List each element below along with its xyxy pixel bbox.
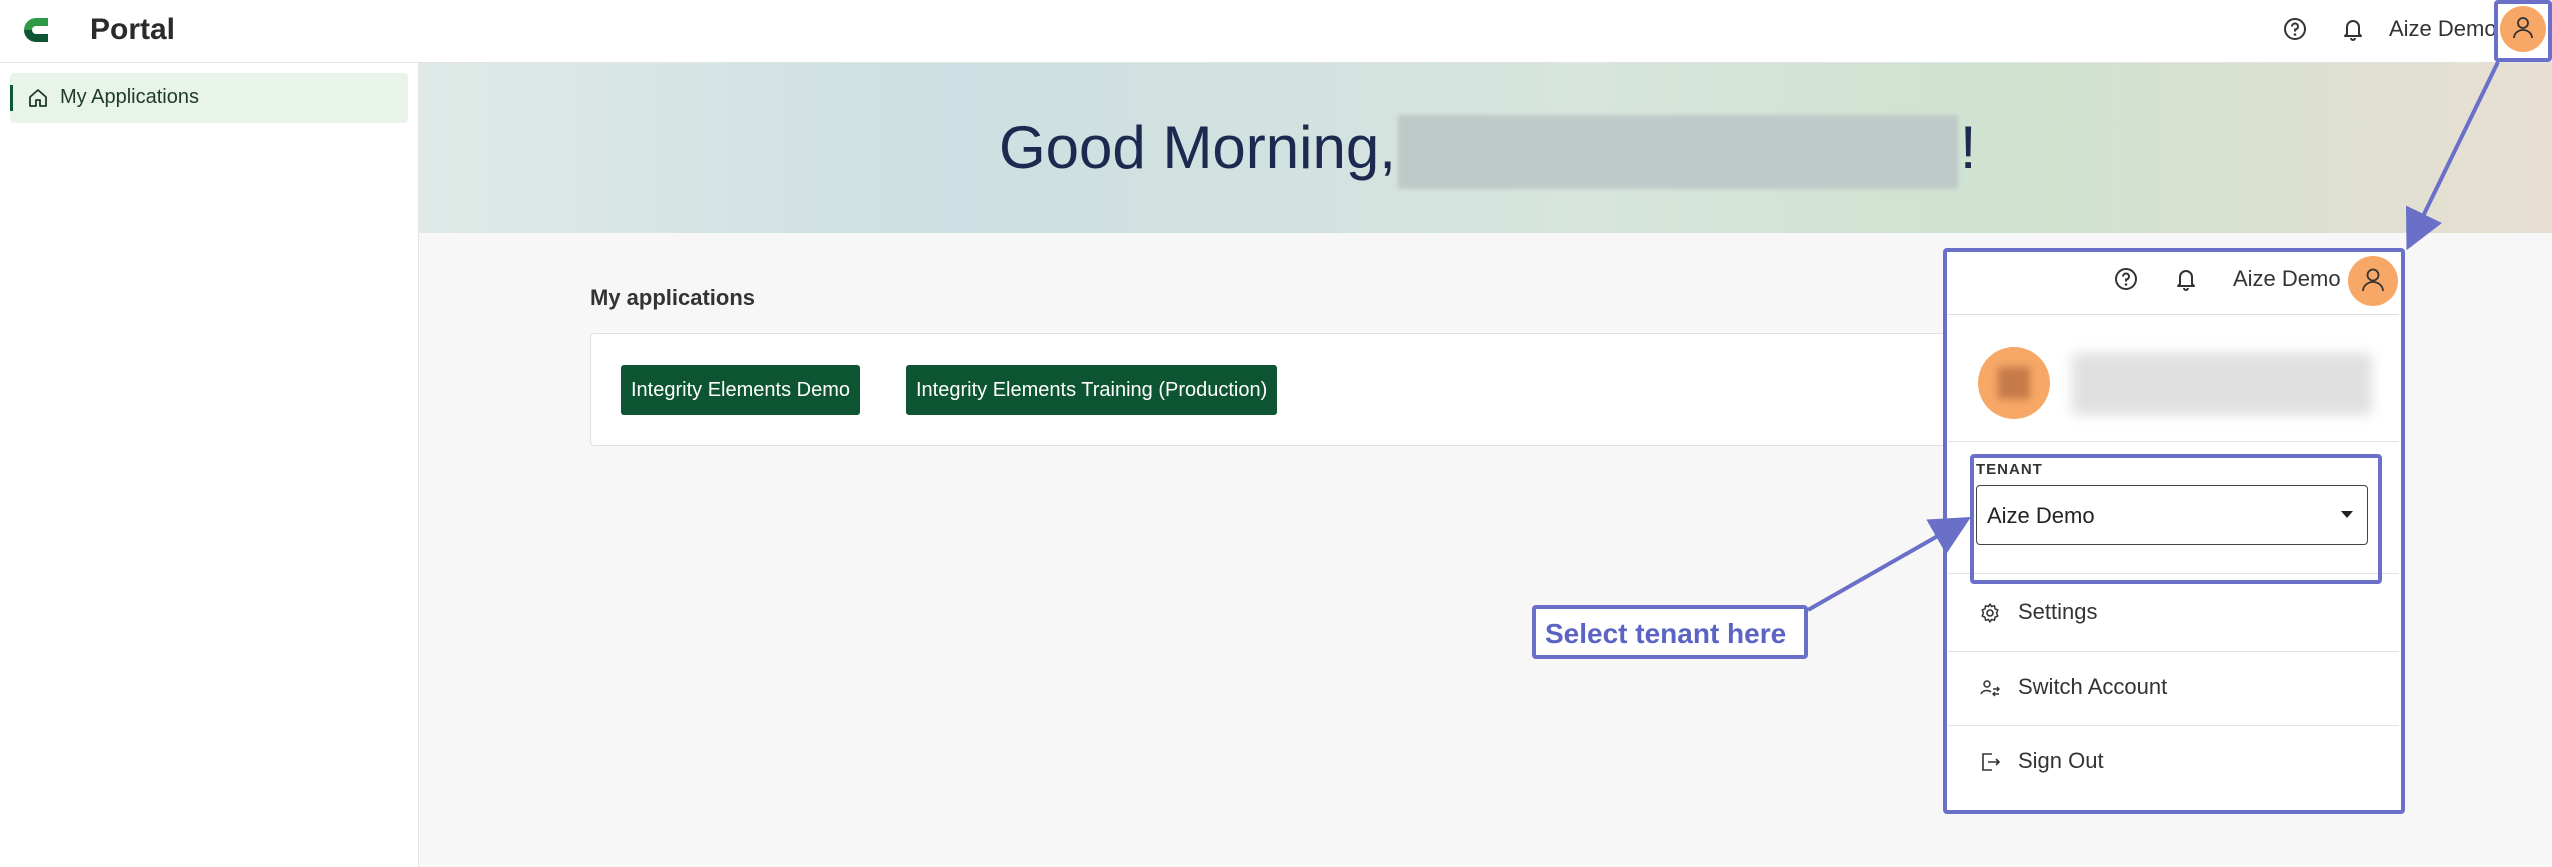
arrow-to-tenant: [1807, 517, 1971, 612]
arrow-to-menu: [2406, 61, 2500, 251]
annotation-arrows: [1807, 61, 2500, 612]
